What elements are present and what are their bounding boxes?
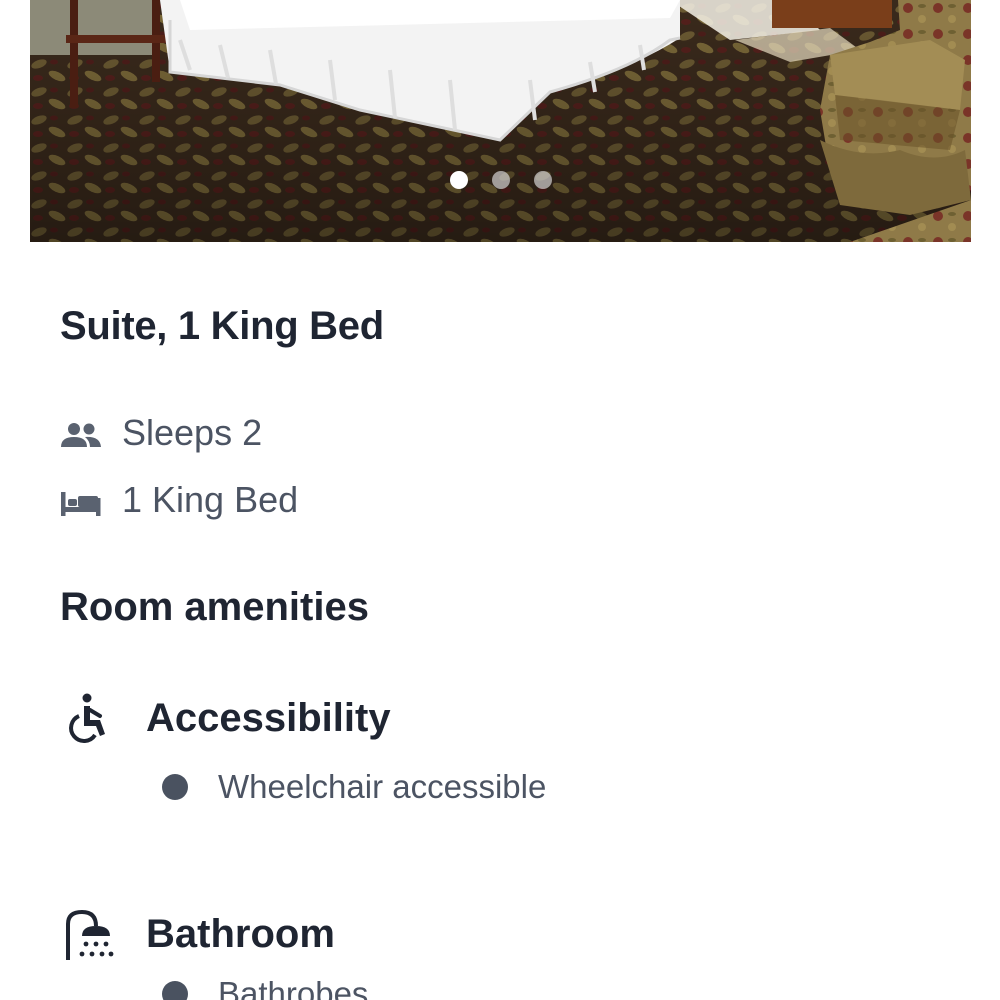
amenity-item: Wheelchair accessible (162, 768, 546, 806)
people-icon (60, 418, 102, 448)
room-details-page: Suite, 1 King Bed Sleeps 2 1 King Bed Ro… (0, 0, 1000, 1000)
beds-text: 1 King Bed (122, 479, 299, 520)
carousel-dot-1[interactable] (449, 171, 468, 189)
beds-row: 1 King Bed (60, 479, 298, 521)
sleeps-text: Sleeps 2 (122, 412, 263, 453)
amenity-item: Bathrobes (162, 975, 368, 1000)
bullet-icon (162, 774, 188, 800)
room-photo (30, 0, 971, 242)
amenity-group-title: Accessibility (146, 695, 391, 740)
sleeps-row: Sleeps 2 (60, 412, 262, 454)
bullet-icon (162, 981, 188, 1000)
shower-icon (60, 906, 116, 962)
room-amenities-heading: Room amenities (60, 585, 369, 629)
room-photo-carousel[interactable] (30, 0, 971, 242)
carousel-dot-3[interactable] (533, 171, 552, 189)
carousel-pagination (30, 171, 971, 189)
amenity-group-accessibility: Accessibility (60, 690, 391, 746)
amenity-item-label: Wheelchair accessible (218, 768, 547, 805)
amenity-group-bathroom: Bathroom (60, 906, 335, 962)
bed-icon (60, 485, 102, 516)
wheelchair-icon (60, 690, 116, 746)
amenity-item-label: Bathrobes (218, 975, 369, 1000)
carousel-dot-2[interactable] (491, 171, 510, 189)
amenity-group-title: Bathroom (146, 911, 335, 956)
room-title: Suite, 1 King Bed (60, 304, 384, 348)
